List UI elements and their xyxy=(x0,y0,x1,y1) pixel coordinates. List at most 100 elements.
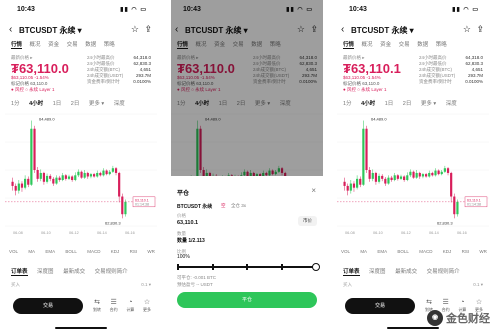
indicator-item[interactable]: MA xyxy=(360,249,367,254)
tab-orderbook[interactable]: 订单表 xyxy=(11,269,28,276)
indicator-item[interactable]: MA xyxy=(28,249,35,254)
interval-1m[interactable]: 1分 xyxy=(343,101,352,107)
tab-latest[interactable]: 最新成交 xyxy=(63,269,85,275)
symbol-selector[interactable]: BTCUSDT 永续 ▾ xyxy=(19,25,82,36)
tab-trade[interactable]: 交易 xyxy=(399,42,410,48)
precision-select[interactable]: 0.1 ▾ xyxy=(473,282,483,288)
interval-4h[interactable]: 4小时 xyxy=(361,101,375,107)
tab-market[interactable]: 行情 xyxy=(11,42,23,49)
candle-body xyxy=(96,172,99,177)
indicator-item[interactable]: KDJ xyxy=(111,249,120,254)
trade-button[interactable]: 交易 xyxy=(13,298,83,314)
calc-button[interactable]: ◔计算 xyxy=(124,298,136,313)
symbol-selector[interactable]: BTCUSDT 永续 ▾ xyxy=(351,25,414,36)
candle-body xyxy=(362,128,365,185)
pct-slider[interactable] xyxy=(177,263,320,271)
more-button[interactable]: ☆更多 xyxy=(141,298,153,313)
indicator-item[interactable]: BOLL xyxy=(397,249,409,254)
qty-input[interactable]: 数量 1/2.113 xyxy=(177,237,205,244)
slider-knob[interactable] xyxy=(312,263,320,271)
tab-orderbook[interactable]: 订单表 xyxy=(343,269,360,276)
candle-body xyxy=(409,171,412,176)
candle-body xyxy=(121,196,124,215)
star-icon[interactable]: ☆ xyxy=(463,24,471,35)
status-time: 10:43 xyxy=(17,6,35,13)
status-time: 10:43 xyxy=(349,6,367,13)
transfer-icon: ⇆ xyxy=(426,299,432,306)
tab-depth[interactable]: 深度图 xyxy=(369,269,386,275)
tab-market[interactable]: 行情 xyxy=(343,42,355,49)
tab-strategy[interactable]: 策略 xyxy=(436,42,447,48)
interval-2d[interactable]: 2日 xyxy=(71,101,80,107)
indicator-item[interactable]: KDJ xyxy=(443,249,452,254)
candle-body xyxy=(456,201,459,215)
candle-body xyxy=(74,175,77,181)
candle-body xyxy=(67,176,71,179)
candle-body xyxy=(412,171,415,178)
candle-body xyxy=(434,170,437,176)
indicator-item[interactable]: MACD xyxy=(87,249,100,254)
interval-1m[interactable]: 1分 xyxy=(11,101,20,107)
tab-funds[interactable]: 资金 xyxy=(48,42,59,48)
tab-trade[interactable]: 交易 xyxy=(67,42,78,48)
interval-2d[interactable]: 2日 xyxy=(403,101,412,107)
tab-strategy[interactable]: 策略 xyxy=(104,42,115,48)
indicator-item[interactable]: EMA xyxy=(45,249,55,254)
close-icon[interactable]: × xyxy=(311,186,316,195)
interval-depth[interactable]: 深度 xyxy=(446,101,457,107)
sheet-symbol: BTCUSDT 永续 xyxy=(177,204,213,210)
interval-1d[interactable]: 1日 xyxy=(385,101,394,107)
transfer-button[interactable]: ⇆划转 xyxy=(91,298,103,313)
back-icon[interactable]: ‹ xyxy=(341,24,344,35)
tags: ● 风控 ○ 永续 Layer 1 xyxy=(343,87,387,92)
price-input[interactable]: 63,110.1 xyxy=(177,220,198,226)
x-tick-label: 06-10 xyxy=(41,231,51,235)
tab-data[interactable]: 数据 xyxy=(85,42,96,48)
confirm-close-button[interactable]: 平仓 xyxy=(177,292,317,308)
back-icon[interactable]: ‹ xyxy=(9,24,12,35)
tab-funds[interactable]: 资金 xyxy=(380,42,391,48)
closable-amount: 可平仓: -0.001 BTC xyxy=(177,275,217,280)
indicator-item[interactable]: RSI xyxy=(462,249,470,254)
precision-select[interactable]: 0.1 ▾ xyxy=(141,282,151,288)
indicator-item[interactable]: BOLL xyxy=(65,249,77,254)
tab-rules[interactable]: 交易规则简介 xyxy=(427,269,460,275)
interval-depth[interactable]: 深度 xyxy=(114,101,125,107)
tab-rules[interactable]: 交易规则简介 xyxy=(95,269,128,275)
interval-1d[interactable]: 1日 xyxy=(53,101,62,107)
star-icon[interactable]: ☆ xyxy=(131,24,139,35)
interval-4h[interactable]: 4小时 xyxy=(29,101,43,107)
share-icon[interactable]: ⇪ xyxy=(476,24,484,35)
home-indicator xyxy=(55,327,107,329)
tab-latest[interactable]: 最新成交 xyxy=(395,269,417,275)
contract-button[interactable]: ☰合约 xyxy=(108,298,120,313)
kline-chart[interactable]: 64,489.062,830.363,110.101:14:3806-0806-… xyxy=(5,110,157,236)
tab-depth[interactable]: 深度图 xyxy=(37,269,54,275)
x-tick-label: 06-08 xyxy=(13,231,23,235)
indicator-item[interactable]: WR xyxy=(147,249,155,254)
indicator-item[interactable]: VOL xyxy=(9,249,18,254)
contract-icon: ☰ xyxy=(442,299,449,306)
candle-body xyxy=(406,175,409,181)
tab-data[interactable]: 数据 xyxy=(417,42,428,48)
trade-button[interactable]: 交易 xyxy=(345,298,415,314)
interval-more[interactable]: 更多 ▾ xyxy=(421,101,436,107)
dim-overlay[interactable] xyxy=(171,0,323,176)
tab-overview[interactable]: 概况 xyxy=(30,42,41,48)
leverage-badge: 全仓 3x xyxy=(231,203,247,208)
indicator-item[interactable]: MACD xyxy=(419,249,432,254)
status-bar: 10:43 ▮▮ ◠ ▭ xyxy=(337,6,489,16)
indicator-item[interactable]: EMA xyxy=(377,249,387,254)
status-icons: ▮▮ ◠ ▭ xyxy=(120,7,147,13)
indicator-item[interactable]: VOL xyxy=(341,249,350,254)
kline-chart[interactable]: 64,489.062,830.363,110.101:14:3806-0806-… xyxy=(337,110,489,236)
indicator-item[interactable]: RSI xyxy=(130,249,138,254)
candle-body xyxy=(424,174,428,177)
indicator-item[interactable]: WR xyxy=(479,249,487,254)
candle-body xyxy=(453,196,456,215)
interval-more[interactable]: 更多 ▾ xyxy=(89,101,104,107)
countdown-text: 01:14:38 xyxy=(467,202,481,206)
tab-overview[interactable]: 概况 xyxy=(362,42,373,48)
market-button[interactable]: 市价 xyxy=(298,216,317,226)
share-icon[interactable]: ⇪ xyxy=(144,24,152,35)
